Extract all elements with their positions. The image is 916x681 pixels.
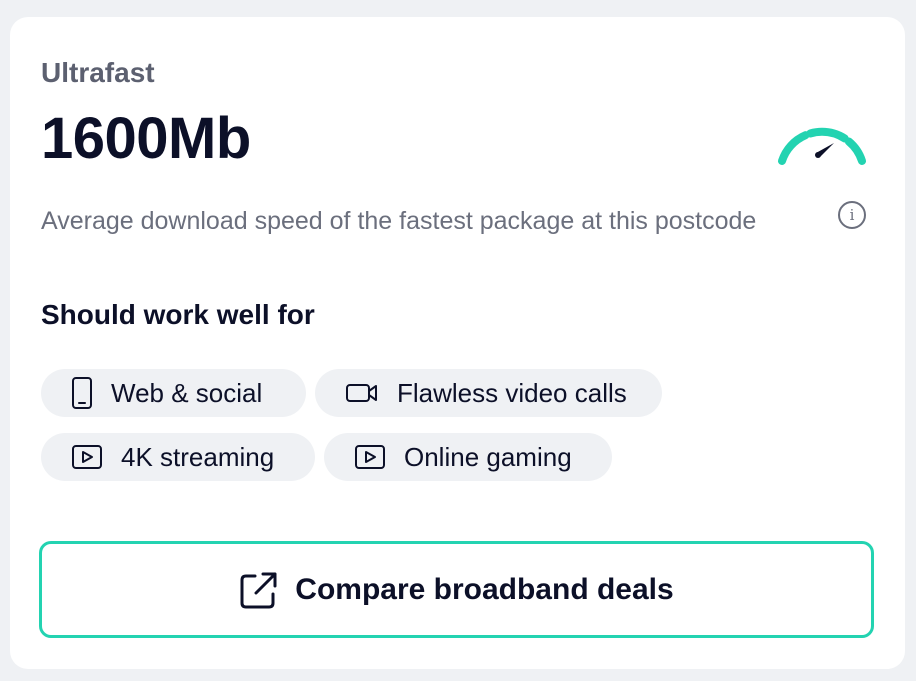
use-chip-online-gaming: Online gaming: [324, 433, 612, 481]
use-chip-web-social: Web & social: [41, 369, 306, 417]
speed-tier-label: Ultrafast: [41, 57, 155, 88]
smartphone-icon: [72, 377, 92, 409]
uses-heading: Should work well for: [41, 299, 315, 330]
use-chip-4k-streaming: 4K streaming: [41, 433, 315, 481]
external-link-icon: [240, 572, 277, 608]
use-chip-label: Web & social: [111, 377, 263, 408]
play-icon: [72, 445, 102, 469]
compare-deals-button[interactable]: Compare broadband deals: [39, 541, 874, 638]
compare-deals-label: Compare broadband deals: [295, 572, 674, 606]
speedometer-icon: [778, 127, 866, 165]
video-camera-icon: [346, 384, 377, 402]
use-chip-label: 4K streaming: [121, 441, 275, 472]
use-chip-video-calls: Flawless video calls: [315, 369, 662, 417]
speed-value: 1600Mb: [41, 106, 251, 171]
use-chip-label: Flawless video calls: [397, 377, 627, 408]
broadband-speed-card: Ultrafast 1600Mb Average download speed …: [10, 17, 905, 669]
info-icon[interactable]: i: [838, 201, 866, 229]
play-icon: [355, 445, 385, 469]
use-chip-label: Online gaming: [404, 441, 572, 472]
speed-description: Average download speed of the fastest pa…: [41, 207, 757, 235]
